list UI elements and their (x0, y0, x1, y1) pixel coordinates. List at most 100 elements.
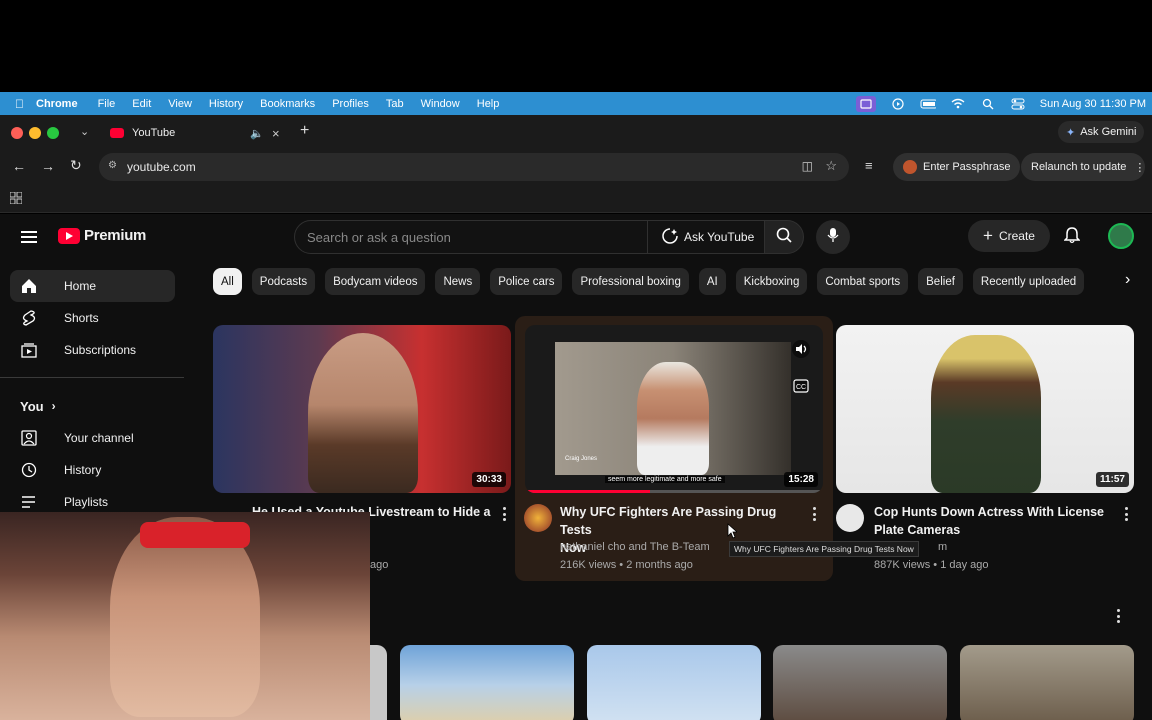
menu-file[interactable]: File (98, 98, 116, 110)
media-controls-icon[interactable]: ≡ (865, 158, 873, 173)
shorts-section-menu-icon[interactable] (1116, 609, 1120, 623)
relaunch-button[interactable]: Relaunch to update ⋮ (1021, 153, 1145, 181)
video-menu-icon[interactable] (1124, 507, 1128, 521)
chip-combat-sports[interactable]: Combat sports (817, 268, 909, 295)
sidebar-item-subscriptions[interactable]: Subscriptions (10, 334, 175, 366)
sidebar: Home Shorts Subscriptions You › Your cha… (0, 270, 194, 518)
chip-podcasts[interactable]: Podcasts (251, 268, 316, 295)
control-center-icon[interactable] (1010, 98, 1026, 110)
short-thumbnail[interactable] (587, 645, 761, 720)
sidebar-divider (0, 377, 184, 378)
channel-name[interactable]: nathaniel cho and The B-Team (560, 538, 710, 556)
chip-all[interactable]: All (213, 268, 242, 295)
tab-search-chevron-icon[interactable]: ⌄ (80, 125, 89, 138)
minimize-window-button[interactable] (29, 127, 41, 139)
short-thumbnail[interactable] (370, 645, 387, 720)
search-button[interactable] (764, 220, 804, 254)
playback-progress-bar[interactable] (525, 490, 823, 493)
sidebar-you-header[interactable]: You › (10, 390, 175, 422)
menu-view[interactable]: View (168, 98, 192, 110)
channel-avatar[interactable] (836, 504, 864, 532)
video-thumbnail[interactable]: 30:33 (213, 325, 511, 493)
screen-top-letterbox (0, 0, 1152, 92)
chip-professional-boxing[interactable]: Professional boxing (572, 268, 689, 295)
screen-record-icon[interactable] (855, 95, 876, 112)
forward-icon[interactable]: → (41, 158, 55, 174)
video-title-tooltip: Why UFC Fighters Are Passing Drug Tests … (729, 541, 919, 557)
chip-police-cars[interactable]: Police cars (490, 268, 563, 295)
person-icon (20, 429, 38, 447)
menu-bookmarks[interactable]: Bookmarks (260, 98, 315, 110)
menu-edit[interactable]: Edit (132, 98, 151, 110)
reload-icon[interactable]: ↻ (70, 157, 82, 174)
create-button[interactable]: + Create (968, 220, 1050, 252)
wifi-icon[interactable] (950, 98, 966, 110)
chip-kickboxing[interactable]: Kickboxing (735, 268, 808, 295)
zoom-window-button[interactable] (47, 127, 59, 139)
notifications-bell-icon[interactable] (1063, 226, 1081, 249)
install-app-icon[interactable]: ◫ (802, 159, 813, 173)
chips-next-arrow-icon[interactable]: › (1125, 271, 1130, 289)
chrome-menu-icon[interactable]: ⋮ (1134, 161, 1145, 174)
menu-help[interactable]: Help (477, 98, 500, 110)
short-thumbnail[interactable] (773, 645, 947, 720)
spotlight-search-icon[interactable] (980, 98, 996, 110)
chip-ai[interactable]: AI (698, 268, 726, 295)
battery-icon[interactable] (920, 98, 936, 110)
tab-close-icon[interactable]: × (272, 126, 280, 141)
sidebar-item-home[interactable]: Home (10, 270, 175, 302)
thumbnail-frame: Craig Jones (555, 342, 791, 475)
overlay-name: Craig Jones (565, 456, 598, 462)
thumbnail-person (637, 362, 709, 475)
video-title[interactable]: Cop Hunts Down Actress With License Plat… (874, 503, 1114, 539)
chip-belief[interactable]: Belief (918, 268, 963, 295)
hamburger-menu-icon[interactable] (21, 230, 37, 249)
menubar-app-name[interactable]: Chrome (36, 98, 78, 110)
ask-gemini-button[interactable]: ✦ Ask Gemini (1058, 121, 1145, 143)
address-bar[interactable]: ⚙ youtube.com ◫ ☆ (99, 153, 849, 181)
channel-name[interactable]: m (938, 538, 947, 556)
tab-youtube[interactable]: YouTube 🔈 × (100, 119, 290, 147)
apps-grid-icon[interactable] (9, 191, 23, 209)
menu-tab[interactable]: Tab (386, 98, 404, 110)
closed-captions-icon[interactable]: CC (793, 379, 809, 398)
sidebar-item-label: Your channel (64, 431, 134, 445)
bookmark-star-icon[interactable]: ☆ (825, 158, 837, 174)
video-menu-icon[interactable] (502, 507, 506, 521)
chrome-tabstrip: ⌄ YouTube 🔈 × + ✦ Ask Gemini (0, 115, 1152, 149)
chip-news[interactable]: News (435, 268, 481, 295)
menu-history[interactable]: History (209, 98, 243, 110)
video-menu-icon[interactable] (812, 507, 816, 521)
site-info-icon[interactable]: ⚙ (108, 160, 117, 171)
close-window-button[interactable] (11, 127, 23, 139)
menu-window[interactable]: Window (421, 98, 460, 110)
account-avatar[interactable] (1108, 223, 1134, 249)
menubar-clock[interactable]: Sun Aug 30 11:30 PM (1040, 98, 1146, 110)
mute-icon[interactable] (792, 340, 810, 363)
chip-bodycam-videos[interactable]: Bodycam videos (325, 268, 426, 295)
short-thumbnail[interactable] (400, 645, 574, 720)
sidebar-item-history[interactable]: History (10, 454, 175, 486)
video-thumbnail[interactable]: 11:57 (836, 325, 1134, 493)
ask-sparkle-icon (662, 227, 678, 247)
channel-avatar[interactable] (524, 504, 552, 532)
play-circle-icon[interactable] (890, 97, 906, 110)
playlist-icon (20, 493, 38, 511)
tab-audio-icon[interactable]: 🔈 (250, 127, 264, 140)
chip-recently-uploaded[interactable]: Recently uploaded (972, 268, 1085, 295)
apple-icon[interactable]:  (15, 97, 24, 111)
menu-profiles[interactable]: Profiles (332, 98, 369, 110)
youtube-logo[interactable]: Premium (58, 227, 146, 244)
new-tab-icon[interactable]: + (300, 122, 309, 140)
back-icon[interactable]: ← (12, 158, 26, 174)
enter-passphrase-button[interactable]: Enter Passphrase (893, 153, 1021, 181)
ask-gemini-label: Ask Gemini (1080, 126, 1137, 138)
video-thumbnail[interactable]: Craig Jones seem more legitimate and mor… (525, 325, 823, 493)
sidebar-item-shorts[interactable]: Shorts (10, 302, 175, 334)
short-thumbnail[interactable] (960, 645, 1134, 720)
sidebar-item-your-channel[interactable]: Your channel (10, 422, 175, 454)
search-input[interactable]: Search or ask a question (294, 220, 648, 254)
video-meta: 216K views • 2 months ago (560, 559, 693, 571)
ask-youtube-button[interactable]: Ask YouTube (648, 220, 764, 254)
voice-search-button[interactable] (816, 220, 850, 254)
